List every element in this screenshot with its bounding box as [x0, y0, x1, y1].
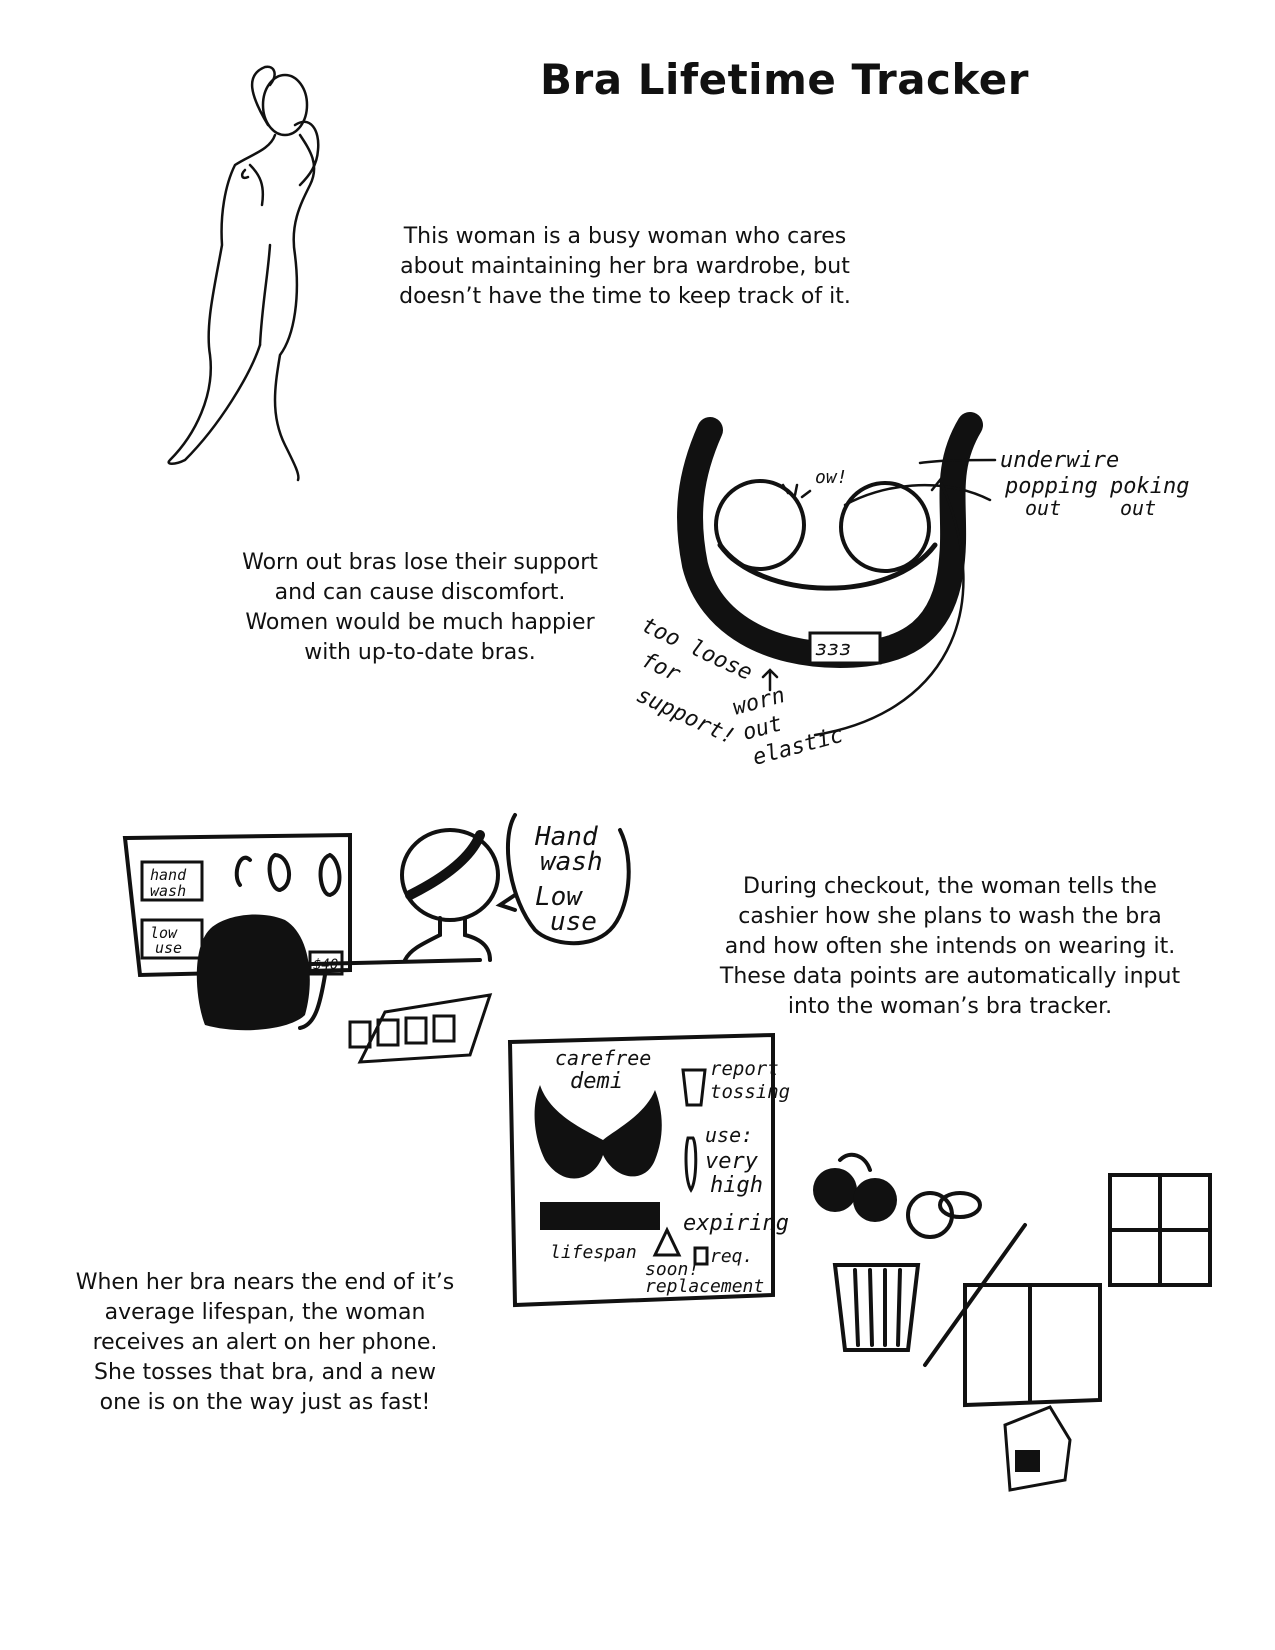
- checkout-line: cashier how she plans to wash the bra: [738, 904, 1162, 929]
- checkout-line: into the woman’s bra tracker.: [787, 994, 1113, 1019]
- price-tag: $40: [313, 957, 338, 973]
- page-title: Bra Lifetime Tracker: [540, 55, 1029, 104]
- use-label: use:: [705, 1123, 753, 1147]
- product-name: demi: [570, 1069, 623, 1094]
- alert-line: one is on the way just as fast!: [99, 1390, 431, 1415]
- use-label: very: [705, 1149, 759, 1174]
- expiring-alert: expiring: [683, 1211, 789, 1236]
- alert-line: She tosses that bra, and a new: [94, 1360, 436, 1385]
- report-tossing-button: report: [710, 1058, 779, 1080]
- intro-line: about maintaining her bra wardrobe, but: [400, 254, 850, 279]
- low-use-tag: use: [155, 939, 182, 957]
- woman-figure-sketch: [150, 55, 350, 505]
- checkout-line: These data points are automatically inpu…: [719, 964, 1181, 989]
- alert-paragraph: When her bra nears the end of it’s avera…: [50, 1268, 480, 1418]
- expiring-alert: req.: [710, 1246, 753, 1267]
- expiring-alert: replacement: [645, 1276, 764, 1297]
- alert-line: When her bra nears the end of it’s: [75, 1270, 455, 1295]
- product-name: carefree: [555, 1046, 651, 1070]
- intro-line: This woman is a busy woman who cares: [403, 224, 847, 249]
- problem-paragraph: Worn out bras lose their support and can…: [200, 548, 640, 668]
- ow-label: ow!: [815, 467, 848, 488]
- problem-line: Worn out bras lose their support: [242, 550, 598, 575]
- worn-bra-sketch: ɜɜɜ ow! underwire popping out poking out…: [632, 415, 1189, 771]
- report-tossing-button: tossing: [710, 1081, 790, 1103]
- toss-and-delivery-sketch: [813, 1145, 1220, 1515]
- intro-line: doesn’t have the time to keep track of i…: [399, 284, 851, 309]
- problem-line: with up-to-date bras.: [304, 640, 536, 665]
- problem-line: Women would be much happier: [245, 610, 595, 635]
- speech-text: wash: [540, 847, 603, 877]
- checkout-paragraph: During checkout, the woman tells the cas…: [690, 872, 1210, 1022]
- alert-line: average lifespan, the woman: [104, 1300, 426, 1325]
- hand-wash-tag: wash: [150, 882, 186, 900]
- poking-label: out: [1120, 496, 1156, 520]
- svg-text:ɜɜɜ: ɜɜɜ: [815, 636, 851, 660]
- checkout-line: and how often she intends on wearing it.: [724, 934, 1176, 959]
- checkout-line: During checkout, the woman tells the: [743, 874, 1157, 899]
- alert-line: receives an alert on her phone.: [92, 1330, 438, 1355]
- checkout-sketch: hand wash low use $40 Hand wash Low use: [120, 800, 650, 1065]
- lifespan-label: lifespan: [550, 1242, 637, 1263]
- underwire-label: out: [1025, 496, 1061, 520]
- use-label: high: [710, 1173, 763, 1198]
- underwire-label: underwire: [1000, 448, 1119, 473]
- intro-paragraph: This woman is a busy woman who cares abo…: [365, 222, 885, 312]
- tracker-app-sketch: carefree demi report tossing use: very h…: [505, 1030, 790, 1310]
- problem-line: and can cause discomfort.: [274, 580, 566, 605]
- speech-text: use: [550, 907, 597, 937]
- loose-label: support!: [632, 683, 739, 750]
